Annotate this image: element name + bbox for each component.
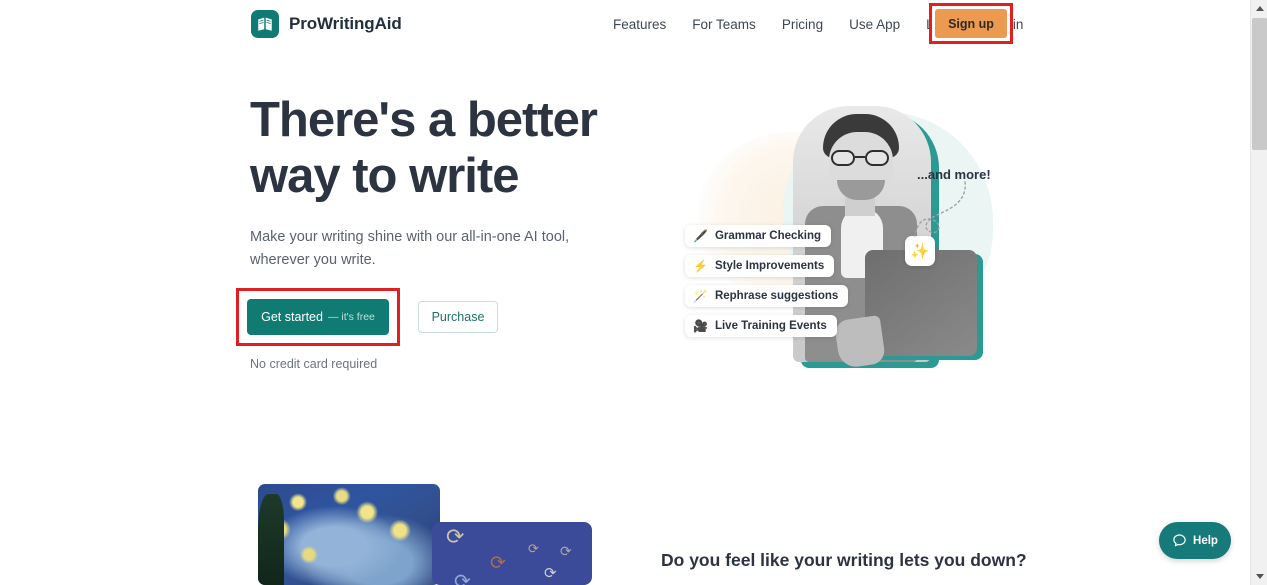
brand-name: ProWritingAid (289, 14, 402, 33)
page-root: ProWritingAid Features For Teams Pricing… (0, 0, 1267, 585)
hero-text-block: There's a better way to write Make your … (236, 92, 650, 371)
nav-link-for-teams[interactable]: For Teams (679, 0, 769, 50)
brand-logo-link[interactable]: ProWritingAid (251, 10, 402, 38)
feature-label: Style Improvements (714, 260, 825, 272)
pencil-icon: 🖋️ (693, 229, 708, 243)
nav-link-features[interactable]: Features (600, 0, 679, 50)
cypress-tree (258, 494, 284, 585)
purchase-button[interactable]: Purchase (418, 301, 498, 333)
page-title: There's a better way to write (250, 93, 598, 203)
blue-swirl-panel: ⟳ ⟳ ⟳ ⟳ ⟳ ⟳ (432, 522, 592, 585)
hero-cta-row: Get started — it's free Purchase (236, 288, 498, 346)
scroll-thumb[interactable] (1252, 18, 1267, 150)
dotted-arrow-icon (914, 181, 966, 237)
feature-card-live-training-events[interactable]: 🎥 Live Training Events (685, 315, 837, 337)
lightning-bolt-icon: ⚡ (693, 259, 708, 273)
section-heading: Do you feel like your writing lets you d… (661, 550, 1027, 570)
help-label: Help (1193, 534, 1218, 547)
feature-card-grammar-checking[interactable]: 🖋️ Grammar Checking (685, 225, 832, 247)
scroll-down-arrow-icon[interactable] (1251, 568, 1267, 585)
nav-link-pricing[interactable]: Pricing (769, 0, 836, 50)
get-started-suffix: — it's free (327, 311, 375, 323)
starry-night-image (258, 484, 440, 585)
get-started-label: Get started (261, 310, 323, 324)
help-widget-button[interactable]: Help (1159, 522, 1231, 559)
movie-camera-icon: 🎥 (693, 319, 708, 333)
glasses-icon (829, 150, 893, 166)
sign-up-highlight-box: Sign up (929, 3, 1013, 44)
sign-up-button[interactable]: Sign up (935, 9, 1007, 38)
hero-illustration: ✨ ...and more! 🖋️ Grammar Checking ⚡ Sty… (655, 100, 1000, 375)
nav-link-use-app[interactable]: Use App (836, 0, 913, 50)
vertical-scrollbar[interactable] (1250, 0, 1267, 585)
no-credit-card-note: No credit card required (250, 357, 378, 371)
top-navigation-bar: ProWritingAid Features For Teams Pricing… (0, 0, 1250, 50)
feature-card-rephrase-suggestions[interactable]: 🪄 Rephrase suggestions (685, 285, 849, 307)
open-book-icon (251, 10, 279, 38)
get-started-highlight-box: Get started — it's free (236, 288, 400, 346)
scroll-up-arrow-icon[interactable] (1251, 0, 1267, 17)
feature-label: Grammar Checking (714, 230, 822, 242)
feature-label: Rephrase suggestions (714, 290, 839, 302)
get-started-button[interactable]: Get started — it's free (247, 299, 389, 335)
feature-card-style-improvements[interactable]: ⚡ Style Improvements (685, 255, 835, 277)
hero-subtitle: Make your writing shine with our all-in-… (250, 229, 570, 268)
magic-wand-icon: 🪄 (693, 289, 708, 303)
feature-card-list: 🖋️ Grammar Checking ⚡ Style Improvements… (685, 225, 849, 337)
feature-label: Live Training Events (714, 320, 827, 332)
speech-bubble-icon (1173, 534, 1186, 547)
